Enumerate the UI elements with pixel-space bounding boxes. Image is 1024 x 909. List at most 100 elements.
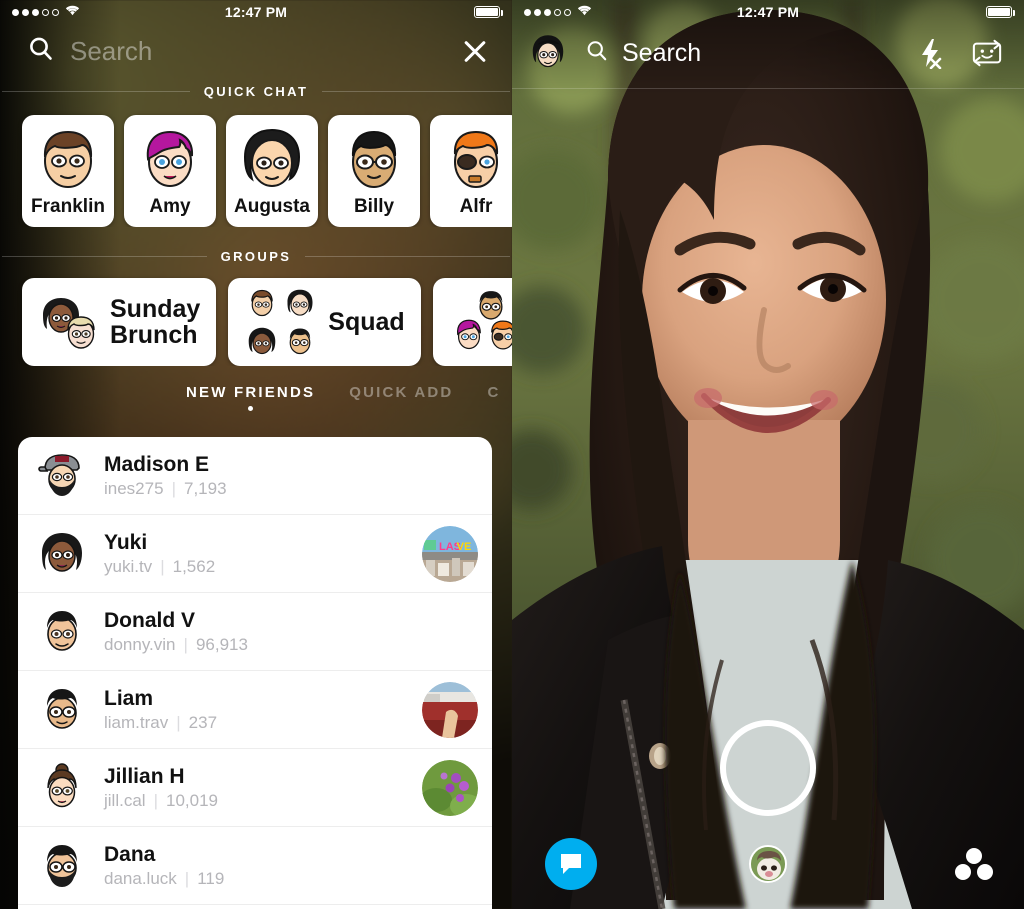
group-item-partial[interactable] — [432, 278, 512, 366]
bitmoji-bun-female-icon — [36, 762, 88, 814]
header-divider — [512, 88, 1024, 89]
bitmoji-profile-avatar-icon[interactable] — [526, 31, 570, 75]
friend-row-dana[interactable]: Dana dana.luck | 119 — [18, 827, 492, 905]
quick-chat-item-amy[interactable]: Amy — [124, 115, 216, 227]
friend-name: Donald V — [104, 608, 196, 632]
bitmoji-black-bob-female-icon — [282, 285, 318, 321]
friend-info: Dana dana.luck | 119 — [104, 842, 478, 889]
tab-contacts[interactable]: C — [487, 384, 500, 401]
camera-search-bar[interactable]: Search — [584, 38, 896, 69]
friends-list-card: Madison E ines275 | 7,193 Yuki yuki.tv |… — [18, 437, 492, 909]
tab-quick-add[interactable]: QUICK ADD — [349, 384, 453, 401]
quick-chat-label: Billy — [353, 196, 395, 217]
friend-name: Dana — [104, 842, 156, 866]
friend-row-donald-v[interactable]: Donald V donny.vin | 96,913 — [18, 593, 492, 671]
status-bar-right — [986, 6, 1015, 18]
close-icon[interactable] — [458, 34, 492, 68]
bitmoji-glasses-male-icon — [282, 323, 318, 359]
friend-info: Liam liam.trav | 237 — [104, 686, 422, 733]
group-item-squad[interactable]: Squad — [228, 278, 421, 366]
quick-chat-section-header: QUICK CHAT — [0, 84, 512, 99]
clock: 12:47 PM — [224, 4, 288, 20]
friend-name: Madison E — [104, 452, 210, 476]
bitmoji-brown-hair-male-icon — [29, 121, 107, 198]
friend-username: jill.cal — [104, 791, 146, 811]
friend-info: Yuki yuki.tv | 1,562 — [104, 530, 422, 577]
bitmoji-beard-glasses-male-icon — [36, 840, 88, 892]
camera-header: Search — [512, 24, 1024, 82]
groups-list[interactable]: Sunday Brunch Squad — [0, 264, 512, 366]
search-icon — [26, 34, 56, 69]
status-bar: 12:47 PM — [512, 0, 1024, 24]
memories-thumbnail[interactable] — [749, 845, 787, 883]
group-label: Squad — [328, 307, 405, 336]
quick-chat-label: Alfr — [459, 196, 493, 217]
search-icon — [584, 38, 610, 69]
friend-row-yuki[interactable]: Yuki yuki.tv | 1,562 LAS VE — [18, 515, 492, 593]
tab-new-friends[interactable]: NEW FRIENDS — [186, 384, 315, 411]
status-bar: 12:47 PM — [0, 0, 512, 24]
tab-label: C — [487, 384, 501, 401]
bitmoji-orange-eyepatch-male-icon — [483, 315, 512, 355]
bitmoji-magenta-hair-female-icon — [131, 121, 209, 198]
quick-chat-item-billy[interactable]: Billy — [328, 115, 420, 227]
battery-full-icon — [474, 6, 503, 18]
shutter-button[interactable] — [720, 720, 816, 816]
friends-tabs[interactable]: NEW FRIENDS QUICK ADD C — [0, 366, 512, 414]
quick-chat-title: QUICK CHAT — [203, 84, 309, 99]
status-bar-right — [474, 6, 503, 18]
meta-separator: | — [160, 557, 165, 577]
meta-separator: | — [183, 635, 188, 655]
friend-row-liam[interactable]: Liam liam.trav | 237 — [18, 671, 492, 749]
tab-label: NEW FRIENDS — [186, 384, 316, 401]
quick-chat-label: Franklin — [31, 196, 105, 217]
quick-chat-item-franklin[interactable]: Franklin — [22, 115, 114, 227]
group-label: Sunday Brunch — [110, 294, 201, 349]
app-screenshot: 12:47 PM Search QUICK CHAT Franklin Amy … — [0, 0, 1024, 909]
friend-username: liam.trav — [104, 713, 169, 733]
friend-username: yuki.tv — [104, 557, 153, 577]
bitmoji-black-hair-male-icon — [36, 606, 88, 658]
groups-section-header: GROUPS — [0, 249, 512, 264]
search-input-group[interactable]: Search — [26, 34, 458, 69]
story-thumbnail-las-vegas[interactable]: LAS VE — [422, 525, 478, 582]
search-input[interactable]: Search — [70, 36, 152, 67]
friend-info: Donald V donny.vin | 96,913 — [104, 608, 478, 655]
friend-score: 237 — [188, 713, 218, 733]
group-item-sunday-brunch[interactable]: Sunday Brunch — [22, 278, 217, 366]
quick-chat-item-augusta[interactable]: Augusta — [226, 115, 318, 227]
flash-off-icon[interactable] — [910, 32, 952, 74]
clock: 12:47 PM — [736, 4, 800, 20]
tab-active-indicator — [248, 406, 254, 411]
stories-icon[interactable] — [952, 845, 996, 883]
chat-bubble-icon[interactable] — [545, 838, 597, 890]
group-avatar-stack — [449, 289, 512, 355]
friend-name: Liam — [104, 686, 154, 710]
quick-chat-list[interactable]: Franklin Amy Augusta Billy Alfr — [0, 99, 512, 227]
friend-name: Jillian H — [104, 764, 185, 788]
bitmoji-glasses-black-hair-male-icon — [36, 684, 88, 736]
friend-row-madison-e[interactable]: Madison E ines275 | 7,193 — [18, 437, 492, 515]
bitmoji-brown-hair-male-icon — [244, 285, 280, 321]
group-avatar-grid — [244, 285, 318, 359]
friend-score: 1,562 — [172, 557, 216, 577]
friend-score: 7,193 — [183, 479, 227, 499]
story-thumbnail-flowers[interactable] — [422, 759, 478, 816]
friend-username: donny.vin — [104, 635, 176, 655]
bitmoji-glasses-male-icon — [335, 121, 413, 198]
group-avatar-stack — [38, 291, 100, 353]
friend-meta: jill.cal | 10,019 — [104, 791, 422, 811]
bitmoji-orange-hair-eyepatch-male-icon — [437, 121, 512, 198]
battery-full-icon — [986, 6, 1015, 18]
friend-row-jillian-h[interactable]: Jillian H jill.cal | 10,019 — [18, 749, 492, 827]
friend-name: Yuki — [104, 530, 148, 554]
search-bar[interactable]: Search — [0, 24, 512, 78]
quick-chat-item-alfred[interactable]: Alfr — [430, 115, 512, 227]
quick-chat-label: Augusta — [234, 196, 310, 217]
story-thumbnail-stadium[interactable] — [422, 681, 478, 738]
tab-label: QUICK ADD — [349, 384, 454, 401]
meta-separator: | — [184, 869, 190, 889]
camera-screen-panel: 12:47 PM Search — [512, 0, 1024, 909]
camera-search-label: Search — [622, 38, 702, 67]
flip-camera-icon[interactable] — [966, 32, 1008, 74]
